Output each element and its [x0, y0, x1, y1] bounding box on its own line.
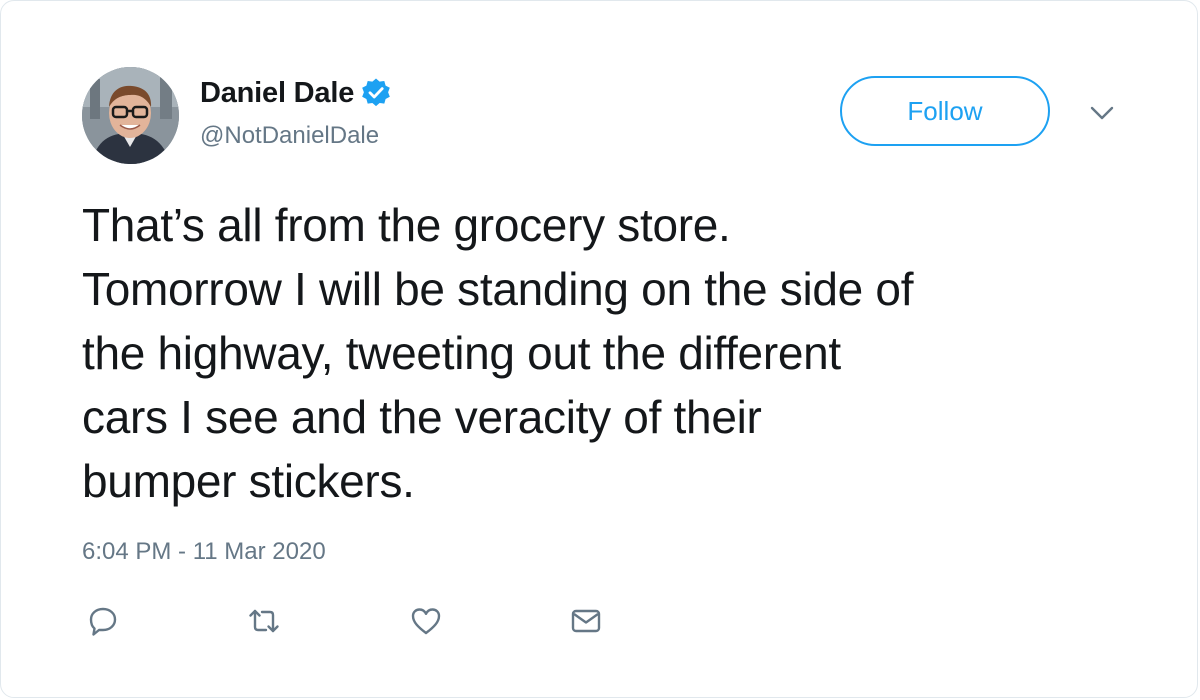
tweet-text-line: the highway, tweeting out the different — [82, 327, 841, 379]
envelope-icon — [571, 609, 601, 633]
tweet-text-line: Tomorrow I will be standing on the side … — [82, 263, 914, 315]
reply-icon — [89, 607, 117, 636]
tweet-text-line: cars I see and the veracity of their — [82, 391, 762, 443]
heart-icon — [411, 608, 441, 635]
tweet-actions — [1, 601, 1197, 641]
tweet-text-line: bumper stickers. — [82, 455, 415, 507]
avatar[interactable] — [82, 67, 179, 164]
author-display-name[interactable]: Daniel Dale — [200, 77, 354, 110]
retweet-icon — [249, 609, 279, 633]
author-handle[interactable]: @NotDanielDale — [200, 122, 379, 150]
author-name-row: Daniel Dale — [200, 73, 392, 113]
reply-button[interactable] — [83, 601, 123, 641]
like-button[interactable] — [406, 601, 446, 641]
direct-message-button[interactable] — [566, 601, 606, 641]
verified-badge-icon — [360, 77, 392, 109]
follow-button[interactable]: Follow — [840, 76, 1050, 146]
avatar-photo — [82, 67, 179, 164]
retweet-button[interactable] — [244, 601, 284, 641]
tweet-card: Daniel Dale @NotDanielDale Follow That’s… — [0, 0, 1198, 698]
tweet-timestamp[interactable]: 6:04 PM - 11 Mar 2020 — [82, 538, 326, 566]
tweet-text: That’s all from the grocery store. Tomor… — [82, 193, 1142, 513]
tweet-text-line: That’s all from the grocery store. — [82, 199, 731, 251]
chevron-down-icon[interactable] — [1087, 101, 1117, 125]
